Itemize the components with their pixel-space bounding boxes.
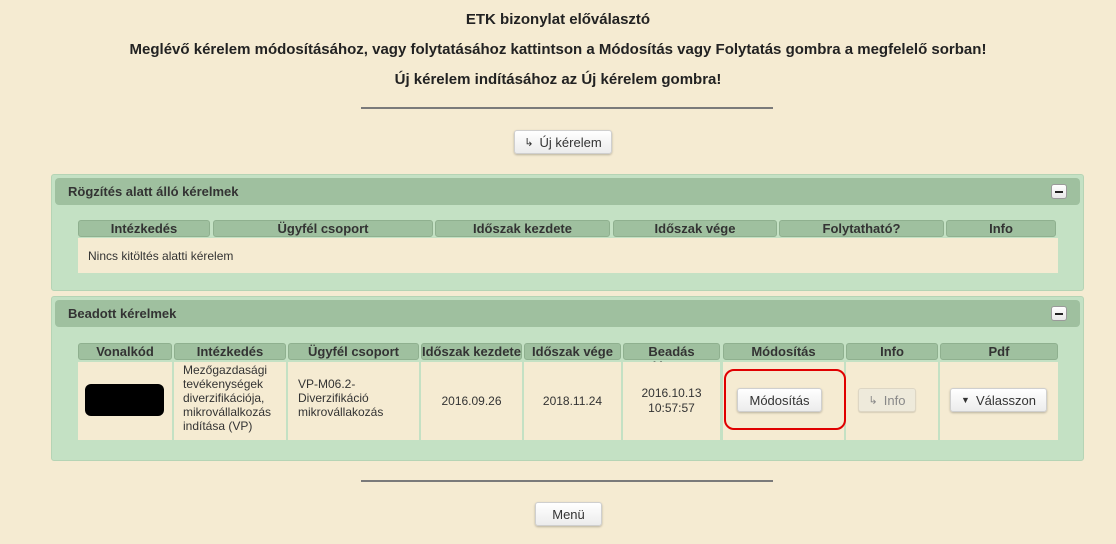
client-group-text: VP-M06.2-Diverzifikáció mikrovállakozás [298, 377, 384, 419]
info-button[interactable]: ↳ Info [858, 388, 916, 412]
column-header-info: Info [846, 343, 938, 360]
column-header-period-end: Időszak vége [613, 220, 777, 237]
submission-date-text: 2016.10.13 [641, 386, 702, 400]
period-end-text: 2018.11.24 [542, 394, 603, 408]
caret-down-icon: ▼ [961, 395, 970, 405]
column-header-submission-date: Beadás dátuma [623, 343, 720, 374]
draft-panel-title: Rögzítés alatt álló kérelmek [68, 184, 239, 199]
modify-label: Módosítás [749, 392, 810, 408]
new-request-button[interactable]: ↳ Új kérelem [514, 130, 612, 154]
arrow-return-icon: ↳ [868, 394, 878, 407]
menu-button[interactable]: Menü [535, 502, 602, 526]
redacted-barcode [85, 384, 164, 416]
divider-bottom [361, 480, 773, 482]
collapse-submitted-panel-button[interactable] [1051, 306, 1067, 321]
cell-period-end: 2018.11.24 [524, 362, 621, 440]
submitted-panel-header[interactable]: Beadott kérelmek [55, 300, 1080, 327]
info-label: Info [883, 392, 906, 408]
page-title: ETK bizonylat előválasztó [465, 11, 651, 28]
instruction-text-new: Új kérelem indításához az Új kérelem gom… [394, 71, 722, 88]
cell-barcode [78, 362, 172, 440]
draft-panel-header[interactable]: Rögzítés alatt álló kérelmek [55, 178, 1080, 205]
draft-table: Intézkedés Ügyfél csoport Időszak kezdet… [78, 220, 1058, 275]
submitted-requests-panel: Beadott kérelmek Vonalkód Intézkedés Ügy… [51, 296, 1084, 461]
measure-text: Mezőgazdasági tevékenységek diverzifikác… [183, 363, 272, 433]
instruction-text: Meglévő kérelem módosításához, vagy foly… [129, 41, 987, 58]
pdf-select-dropdown[interactable]: ▼ Válasszon [950, 388, 1047, 412]
column-header-pdf: Pdf [940, 343, 1058, 360]
empty-row: Nincs kitöltés alatti kérelem [78, 238, 1058, 273]
column-header-period-start: Időszak kezdete [435, 220, 610, 237]
cell-submission-date: 2016.10.13 10:57:57 [623, 362, 720, 440]
draft-requests-panel: Rögzítés alatt álló kérelmek Intézkedés … [51, 174, 1084, 291]
column-header-continuable: Folytatható? [779, 220, 944, 237]
collapse-draft-panel-button[interactable] [1051, 184, 1067, 199]
new-request-label: Új kérelem [539, 134, 602, 150]
divider-top [361, 107, 773, 109]
column-header-measure: Intézkedés [78, 220, 210, 237]
column-header-client-group: Ügyfél csoport [288, 343, 419, 360]
column-header-barcode: Vonalkód [78, 343, 172, 360]
cell-period-start: 2016.09.26 [421, 362, 522, 440]
column-header-info: Info [946, 220, 1056, 237]
period-start-text: 2016.09.26 [441, 394, 502, 408]
column-header-measure: Intézkedés [174, 343, 286, 360]
submission-time-text: 10:57:57 [648, 401, 695, 415]
arrow-return-icon: ↳ [524, 136, 534, 149]
cell-client-group: VP-M06.2-Diverzifikáció mikrovállakozás [288, 362, 419, 440]
submitted-panel-title: Beadott kérelmek [68, 306, 177, 321]
empty-message: Nincs kitöltés alatti kérelem [88, 249, 234, 263]
cell-measure: Mezőgazdasági tevékenységek diverzifikác… [174, 362, 286, 440]
menu-label: Menü [552, 506, 585, 522]
column-header-period-end: Időszak vége [524, 343, 621, 360]
column-header-client-group: Ügyfél csoport [213, 220, 433, 237]
column-header-modify: Módosítás [723, 343, 844, 360]
column-header-period-start: Időszak kezdete [421, 343, 522, 360]
modify-button[interactable]: Módosítás [737, 388, 822, 412]
pdf-select-label: Válasszon [975, 392, 1036, 408]
